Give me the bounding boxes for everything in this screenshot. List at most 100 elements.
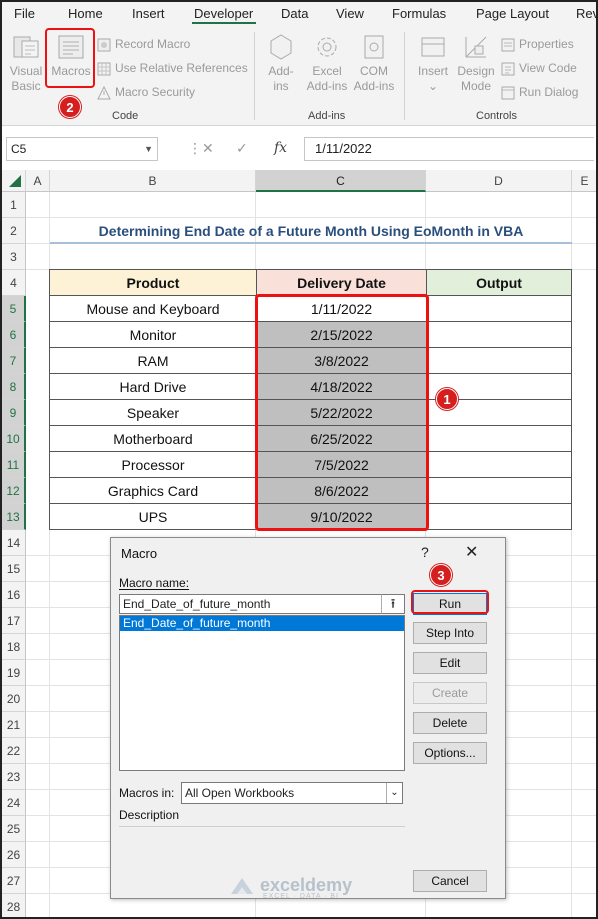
row-header[interactable]: 24 <box>2 790 26 816</box>
row-header[interactable]: 5 <box>2 296 26 322</box>
excel-addins-button[interactable]: Excel Add-ins <box>306 32 348 94</box>
collapse-dialog-button[interactable]: ⭱ <box>381 594 405 614</box>
insert-function-icon[interactable]: fx <box>274 140 287 156</box>
header-output[interactable]: Output <box>427 270 572 296</box>
design-mode-button[interactable]: Design Mode <box>456 32 496 94</box>
tab-data[interactable]: Data <box>281 6 308 21</box>
cell-product[interactable]: Speaker <box>50 400 257 426</box>
row-header[interactable]: 22 <box>2 738 26 764</box>
tab-insert[interactable]: Insert <box>132 6 165 21</box>
row-header[interactable]: 27 <box>2 868 26 894</box>
macros-in-value: All Open Workbooks <box>185 786 295 800</box>
addins-button[interactable]: Add- ins <box>264 32 298 94</box>
cancel-button[interactable]: Cancel <box>413 870 487 892</box>
macro-list-item[interactable]: End_Date_of_future_month <box>120 616 404 631</box>
header-product[interactable]: Product <box>50 270 257 296</box>
header-delivery-date[interactable]: Delivery Date <box>257 270 427 296</box>
tab-page-layout[interactable]: Page Layout <box>476 6 549 21</box>
cell-product[interactable]: RAM <box>50 348 257 374</box>
delete-button[interactable]: Delete <box>413 712 487 734</box>
cell-product[interactable]: Motherboard <box>50 426 257 452</box>
sheet-title[interactable]: Determining End Date of a Future Month U… <box>50 218 572 244</box>
cancel-entry-icon[interactable]: ✕ <box>202 140 214 157</box>
create-button[interactable]: Create <box>413 682 487 704</box>
tab-developer[interactable]: Developer <box>194 6 253 21</box>
help-icon[interactable]: ? <box>421 544 429 560</box>
record-macro-button[interactable]: Record Macro <box>97 34 190 54</box>
name-box[interactable]: C5 ▼ <box>6 137 158 161</box>
cell-product[interactable]: Mouse and Keyboard <box>50 296 257 322</box>
column-header-d[interactable]: D <box>426 170 572 192</box>
cell-product[interactable]: Hard Drive <box>50 374 257 400</box>
step-into-button[interactable]: Step Into <box>413 622 487 644</box>
row-header[interactable]: 12 <box>2 478 26 504</box>
row-header[interactable]: 4 <box>2 270 26 296</box>
column-header-b[interactable]: B <box>50 170 256 192</box>
tab-file[interactable]: File <box>14 6 35 21</box>
cell-product[interactable]: Graphics Card <box>50 478 257 504</box>
tab-review[interactable]: Rev <box>576 6 596 21</box>
cell-output[interactable] <box>427 296 572 322</box>
row-header[interactable]: 13 <box>2 504 26 530</box>
column-header-c[interactable]: C <box>256 170 426 192</box>
row-header[interactable]: 1 <box>2 192 26 218</box>
cell-output[interactable] <box>427 452 572 478</box>
close-icon[interactable]: ✕ <box>465 542 478 562</box>
cell-output[interactable] <box>427 426 572 452</box>
row-header[interactable]: 15 <box>2 556 26 582</box>
insert-control-button[interactable]: Insert ⌄ <box>414 32 452 94</box>
callout-3-badge: 3 <box>430 564 452 586</box>
macro-list[interactable]: End_Date_of_future_month <box>119 615 405 771</box>
row-header[interactable]: 2 <box>2 218 26 244</box>
row-header[interactable]: 16 <box>2 582 26 608</box>
row-header[interactable]: 3 <box>2 244 26 270</box>
macros-in-select[interactable]: All Open Workbooks ⌄ <box>181 782 403 804</box>
tab-view[interactable]: View <box>336 6 364 21</box>
row-header[interactable]: 10 <box>2 426 26 452</box>
edit-button[interactable]: Edit <box>413 652 487 674</box>
toolbox-icon <box>421 37 445 57</box>
view-code-button[interactable]: View Code <box>501 58 577 78</box>
com-addins-button[interactable]: COM Add-ins <box>352 32 396 94</box>
confirm-entry-icon[interactable]: ✓ <box>236 140 248 157</box>
chevron-down-icon[interactable]: ▼ <box>144 138 153 160</box>
row-header[interactable]: 18 <box>2 634 26 660</box>
row-header[interactable]: 23 <box>2 764 26 790</box>
cell-output[interactable] <box>427 504 572 530</box>
cell-product[interactable]: UPS <box>50 504 257 530</box>
row-header[interactable]: 20 <box>2 686 26 712</box>
run-dialog-button[interactable]: Run Dialog <box>501 82 578 102</box>
formula-input[interactable]: 1/11/2022 <box>304 137 594 161</box>
row-header[interactable]: 28 <box>2 894 26 917</box>
options-button[interactable]: Options... <box>413 742 487 764</box>
tab-home[interactable]: Home <box>68 6 103 21</box>
cell-output[interactable] <box>427 322 572 348</box>
row-header[interactable]: 25 <box>2 816 26 842</box>
row-header[interactable]: 9 <box>2 400 26 426</box>
cell-product[interactable]: Processor <box>50 452 257 478</box>
visual-basic-button[interactable]: Visual Basic <box>8 32 44 94</box>
cell-output[interactable] <box>427 348 572 374</box>
row-header[interactable]: 21 <box>2 712 26 738</box>
row-header[interactable]: 26 <box>2 842 26 868</box>
macro-name-input[interactable]: End_Date_of_future_month <box>119 594 405 614</box>
row-header[interactable]: 11 <box>2 452 26 478</box>
record-macro-label: Record Macro <box>115 37 191 51</box>
column-header-e[interactable]: E <box>572 170 596 192</box>
row-header[interactable]: 6 <box>2 322 26 348</box>
row-header[interactable]: 7 <box>2 348 26 374</box>
cell-product[interactable]: Monitor <box>50 322 257 348</box>
column-header-a[interactable]: A <box>26 170 50 192</box>
use-relative-references-button[interactable]: Use Relative References <box>97 58 248 78</box>
row-header[interactable]: 14 <box>2 530 26 556</box>
tab-formulas[interactable]: Formulas <box>392 6 446 21</box>
chevron-down-icon[interactable]: ⌄ <box>386 783 402 803</box>
select-all-corner[interactable] <box>2 170 26 192</box>
row-header[interactable]: 17 <box>2 608 26 634</box>
cell-output[interactable] <box>427 478 572 504</box>
macro-security-button[interactable]: Macro Security <box>97 82 195 102</box>
row-header[interactable]: 19 <box>2 660 26 686</box>
properties-button[interactable]: Properties <box>501 34 574 54</box>
formula-bar: C5 ▼ ⋮ ✕ ✓ fx 1/11/2022 <box>2 126 596 166</box>
row-header[interactable]: 8 <box>2 374 26 400</box>
